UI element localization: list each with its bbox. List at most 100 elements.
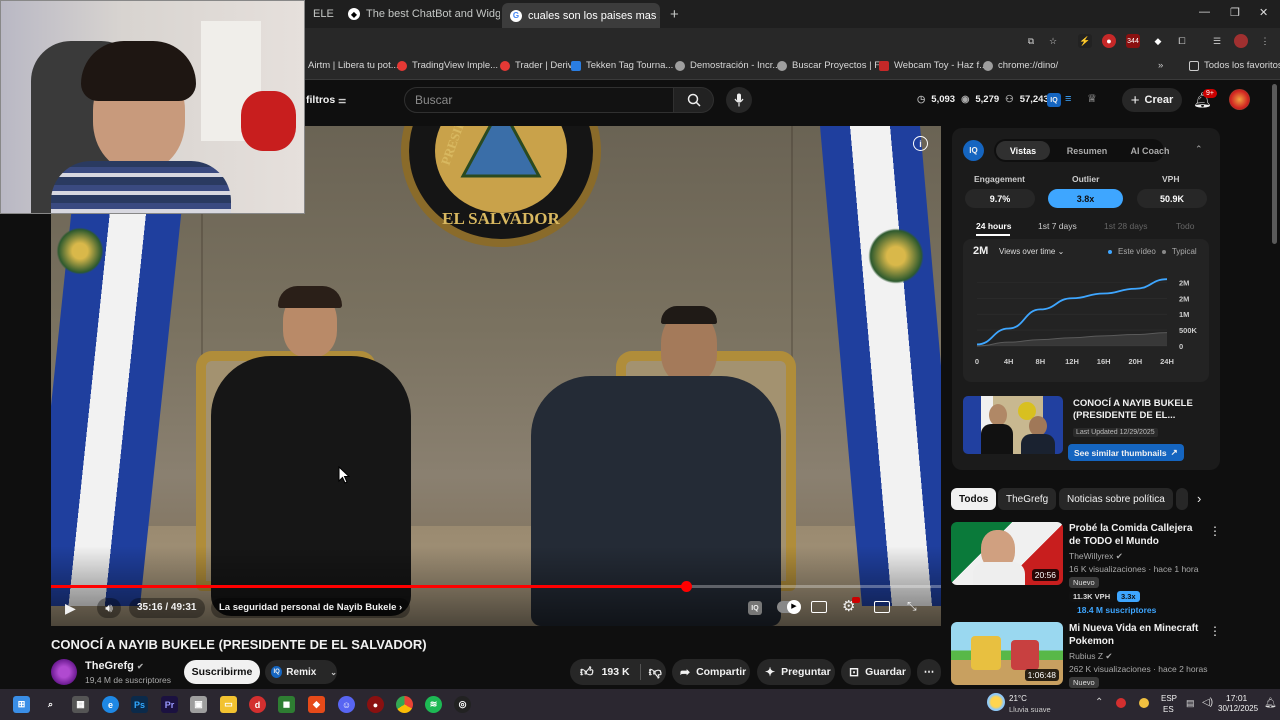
taskbar-time[interactable]: 17:01 [1226, 693, 1247, 703]
browser-tab[interactable]: ◆ The best ChatBot and Widgets ✕ [340, 3, 500, 25]
cast-icon[interactable]: ⧉ [1024, 34, 1038, 48]
vidiq-icon[interactable]: IQ [748, 601, 762, 615]
recommendation-thumbnail[interactable]: 1:06:48 [951, 622, 1063, 685]
browser-tab-active[interactable]: G cuales son los paises mas segu ✕ [502, 3, 660, 28]
extension-icon[interactable]: ● [1102, 34, 1116, 48]
chip-thegrefg[interactable]: TheGrefg [998, 488, 1057, 510]
search-icon[interactable]: ⌕ [42, 696, 59, 713]
search-button[interactable] [674, 87, 714, 113]
subscribe-button[interactable]: Suscribirme [184, 660, 260, 684]
channel-name[interactable]: TheGrefg ✔ [85, 660, 144, 672]
minecraft-icon[interactable]: ◼ [278, 696, 295, 713]
tray-app-icon[interactable] [1139, 698, 1149, 708]
recommendation-thumbnail[interactable]: 20:56 [951, 522, 1063, 585]
like-count[interactable]: 193 K [602, 666, 630, 678]
info-icon[interactable]: i [913, 136, 928, 151]
bookmark-item[interactable]: Demostración - Incr... [675, 60, 780, 71]
profile-avatar[interactable] [1234, 34, 1248, 48]
tab-summary[interactable]: Resumen [1060, 141, 1114, 160]
page-scrollbar[interactable] [1272, 84, 1277, 244]
thumbs-down-icon[interactable]: 👎︎ [649, 664, 662, 680]
list-icon[interactable]: ≡ [1065, 93, 1071, 105]
chrome-icon[interactable] [396, 696, 413, 713]
menu-kebab-icon[interactable]: ⋮ [1258, 34, 1272, 48]
recommendation-item[interactable]: 20:56 Probé la Comida Callejera de TODO … [951, 522, 1221, 617]
photoshop-icon[interactable]: Ps [131, 696, 148, 713]
recommendation-title[interactable]: Probé la Comida Callejera de TODO el Mun… [1069, 522, 1199, 548]
close-window-icon[interactable]: ✕ [1259, 6, 1268, 19]
all-bookmarks-button[interactable]: Todos los favoritos [1189, 60, 1280, 71]
restore-icon[interactable]: ❐ [1230, 6, 1240, 19]
remix-button[interactable]: IQ Remix ⌄ [265, 660, 337, 684]
save-button[interactable]: ⊡ Guardar [841, 659, 911, 685]
tray-app-icon[interactable] [1116, 698, 1126, 708]
similar-thumbnails-button[interactable]: See similar thumbnails ↗ [1068, 444, 1184, 461]
more-vertical-icon[interactable]: ⋮ [1209, 624, 1221, 638]
task-view-icon[interactable]: ▦ [72, 696, 89, 713]
tab-views[interactable]: Vistas [996, 141, 1050, 160]
play-icon[interactable]: ▶ [65, 600, 76, 617]
video-thumbnail[interactable] [963, 396, 1063, 454]
autoplay-toggle[interactable]: ▶ [777, 600, 801, 614]
avatar[interactable] [1229, 89, 1250, 110]
volume-tray-icon[interactable]: ◁) [1202, 697, 1213, 708]
bookmarks-overflow-icon[interactable]: » [1158, 60, 1163, 71]
brave-icon[interactable]: ◆ [308, 696, 325, 713]
premiere-icon[interactable]: Pr [161, 696, 178, 713]
collapse-icon[interactable]: ⌃ [1195, 144, 1203, 155]
range-all[interactable]: Todo [1176, 221, 1194, 231]
more-vertical-icon[interactable]: ⋮ [1209, 524, 1221, 538]
filters-button[interactable]: filtros ⚌ [306, 94, 346, 106]
taskbar-date[interactable]: 30/12/2025 [1218, 704, 1258, 713]
more-actions-button[interactable]: ⋯ [917, 659, 941, 685]
range-28d[interactable]: 1st 28 days [1104, 221, 1147, 231]
notification-center-icon[interactable]: 🔔︎ [1264, 698, 1277, 709]
minimize-icon[interactable]: — [1199, 6, 1210, 18]
create-button[interactable]: + Crear [1122, 88, 1182, 112]
app-icon[interactable]: ● [367, 696, 384, 713]
volume-icon[interactable]: 🔊︎ [97, 598, 121, 618]
bookmark-item[interactable]: chrome://dino/ [983, 60, 1058, 71]
channel-avatar[interactable] [51, 659, 77, 685]
vidiq-icon[interactable]: IQ [1047, 93, 1061, 107]
app-icon[interactable]: ▣ [190, 696, 207, 713]
thumbs-up-icon[interactable]: 👍︎ [580, 664, 594, 680]
discord-icon[interactable]: ☺ [338, 696, 355, 713]
start-windows-icon[interactable]: ⊞ [13, 696, 30, 713]
progress-scrubber[interactable] [680, 581, 692, 592]
extension-icon[interactable]: 344 [1126, 34, 1140, 48]
chip-partial[interactable] [1176, 488, 1188, 510]
recommendation-item[interactable]: 1:06:48 Mi Nueva Vida en Minecraft Pokem… [951, 622, 1221, 688]
range-24h[interactable]: 24 hours [976, 221, 1011, 231]
new-tab-button[interactable]: + [662, 3, 687, 25]
subtitles-icon[interactable] [811, 601, 827, 613]
tray-overflow-icon[interactable]: ⌃ [1095, 697, 1103, 708]
share-button[interactable]: ➦ Compartir [672, 659, 750, 685]
bookmark-item[interactable]: Airtm | Libera tu pot... [308, 60, 399, 71]
bookmark-item[interactable]: TradingView Imple... [397, 60, 498, 71]
chips-next-icon[interactable]: › [1197, 491, 1201, 506]
extension-icon[interactable]: ◆ [1151, 34, 1165, 48]
bookmark-item[interactable]: Tekken Tag Tourna... [571, 60, 673, 71]
chapter-button[interactable]: La seguridad personal de Nayib Bukele › [211, 598, 411, 618]
range-7d[interactable]: 1st 7 days [1038, 221, 1077, 231]
bookmark-star-icon[interactable]: ☆ [1046, 34, 1060, 48]
deriv-icon[interactable]: d [249, 696, 266, 713]
recommendation-channel[interactable]: TheWillyrex ✔ [1069, 551, 1123, 562]
chip-all[interactable]: Todos [951, 488, 997, 510]
weather-icon[interactable] [987, 693, 1005, 711]
file-explorer-icon[interactable]: ▭ [220, 696, 237, 713]
search-input[interactable]: Buscar [404, 87, 674, 113]
edge-icon[interactable]: e [102, 696, 119, 713]
bookmark-item[interactable]: Webcam Toy - Haz f... [879, 60, 987, 71]
extension-icon[interactable]: ⚡ [1078, 34, 1092, 48]
bookmark-item[interactable]: Buscar Proyectos | F... [777, 60, 887, 71]
chart-mode-dropdown[interactable]: Views over time ⌄ [999, 247, 1064, 256]
network-icon[interactable]: ▤ [1186, 698, 1195, 709]
trophy-icon[interactable]: ♕ [1087, 92, 1097, 105]
fullscreen-icon[interactable]: ⤡ [907, 599, 917, 614]
media-icon[interactable]: ☰ [1210, 34, 1224, 48]
recommendation-channel[interactable]: Rubius Z ✔ [1069, 651, 1113, 662]
voice-search-button[interactable] [726, 87, 752, 113]
puzzle-icon[interactable]: ⧠ [1175, 34, 1189, 48]
